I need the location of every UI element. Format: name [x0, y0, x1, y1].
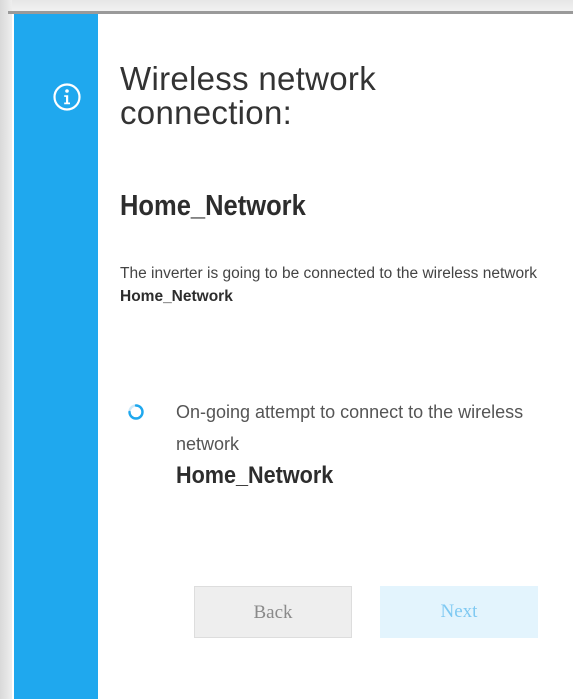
connection-description: The inverter is going to be connected to…	[120, 262, 560, 308]
description-network-name: Home_Network	[120, 288, 233, 305]
window-left-edge	[0, 0, 12, 699]
description-text: The inverter is going to be connected to…	[120, 265, 538, 282]
dialog-window: Wireless network connection: Home_Networ…	[0, 0, 573, 699]
info-icon	[53, 83, 81, 111]
status-network-name: Home_Network	[176, 462, 334, 489]
loading-spinner-icon	[128, 404, 144, 420]
info-sidebar	[14, 14, 98, 699]
dialog-content: Wireless network connection: Home_Networ…	[98, 14, 573, 699]
next-button[interactable]: Next	[380, 586, 538, 638]
status-message: On-going attempt to connect to the wirel…	[176, 402, 524, 454]
back-button[interactable]: Back	[194, 586, 352, 638]
network-name-heading: Home_Network	[120, 190, 306, 222]
dialog-title: Wireless network connection:	[120, 60, 377, 131]
